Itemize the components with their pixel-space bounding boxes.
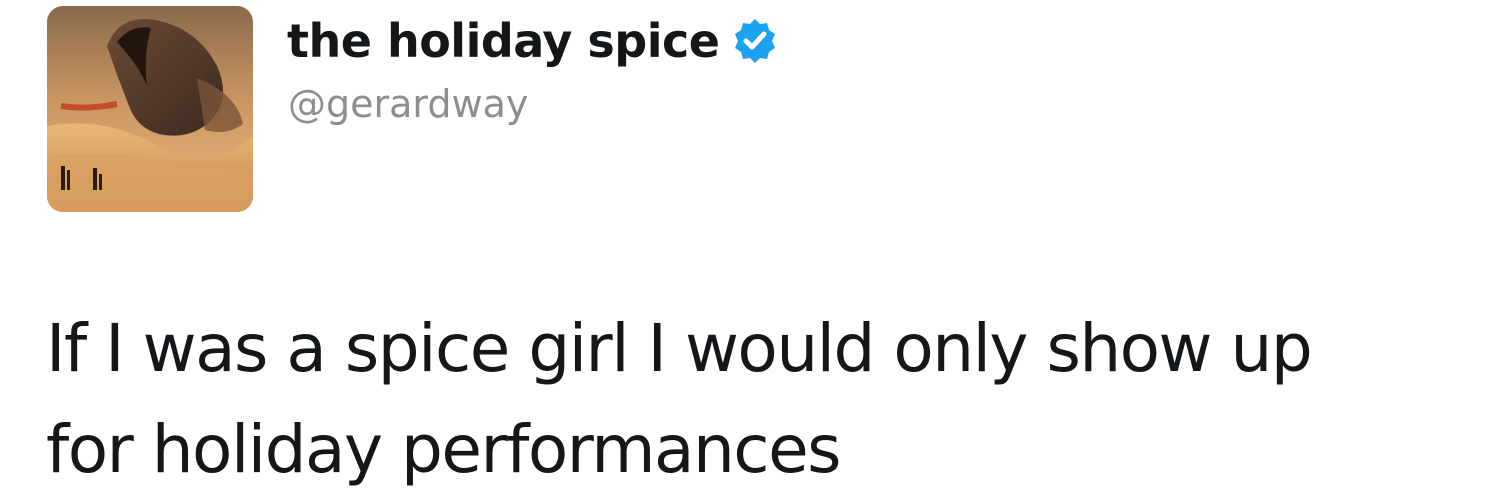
display-name[interactable]: the holiday spice bbox=[287, 14, 720, 68]
verified-badge-icon bbox=[731, 17, 779, 65]
tweet-card: the holiday spice @gerardway If I was a … bbox=[0, 0, 1497, 499]
display-name-row: the holiday spice bbox=[287, 10, 779, 72]
tweet-text-line-2: for holiday performances bbox=[46, 411, 842, 488]
user-handle[interactable]: @gerardway bbox=[288, 82, 528, 126]
profile-avatar[interactable] bbox=[47, 6, 253, 212]
avatar-image bbox=[47, 6, 253, 212]
tweet-text: If I was a spice girl I would only show … bbox=[46, 298, 1466, 500]
tweet-text-line-1: If I was a spice girl I would only show … bbox=[46, 310, 1313, 387]
